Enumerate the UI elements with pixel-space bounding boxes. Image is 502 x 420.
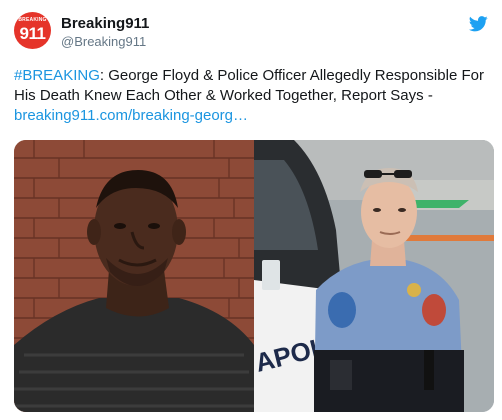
account-name[interactable]: Breaking911 <box>61 15 149 32</box>
media-photo-right[interactable]: APOLIS <box>254 140 494 412</box>
tweet-text: #BREAKING: George Floyd & Police Officer… <box>14 66 492 126</box>
article-link[interactable]: breaking911.com/breaking-georg… <box>14 107 248 124</box>
hashtag-link[interactable]: #BREAKING <box>14 67 100 84</box>
tweet-media[interactable]: APOLIS <box>14 140 494 412</box>
media-photo-left[interactable] <box>14 140 254 412</box>
twitter-bird-icon[interactable] <box>469 16 488 32</box>
tweet-header: BREAKING 911 Breaking911 @Breaking911 <box>14 12 490 58</box>
officer-photo-illustration: APOLIS <box>254 140 494 412</box>
avatar-label-big: 911 <box>19 24 46 43</box>
portrait-photo-illustration <box>14 140 254 412</box>
account-handle[interactable]: @Breaking911 <box>61 34 146 49</box>
avatar[interactable]: BREAKING 911 <box>14 12 51 49</box>
avatar-label-small: BREAKING <box>18 17 47 23</box>
